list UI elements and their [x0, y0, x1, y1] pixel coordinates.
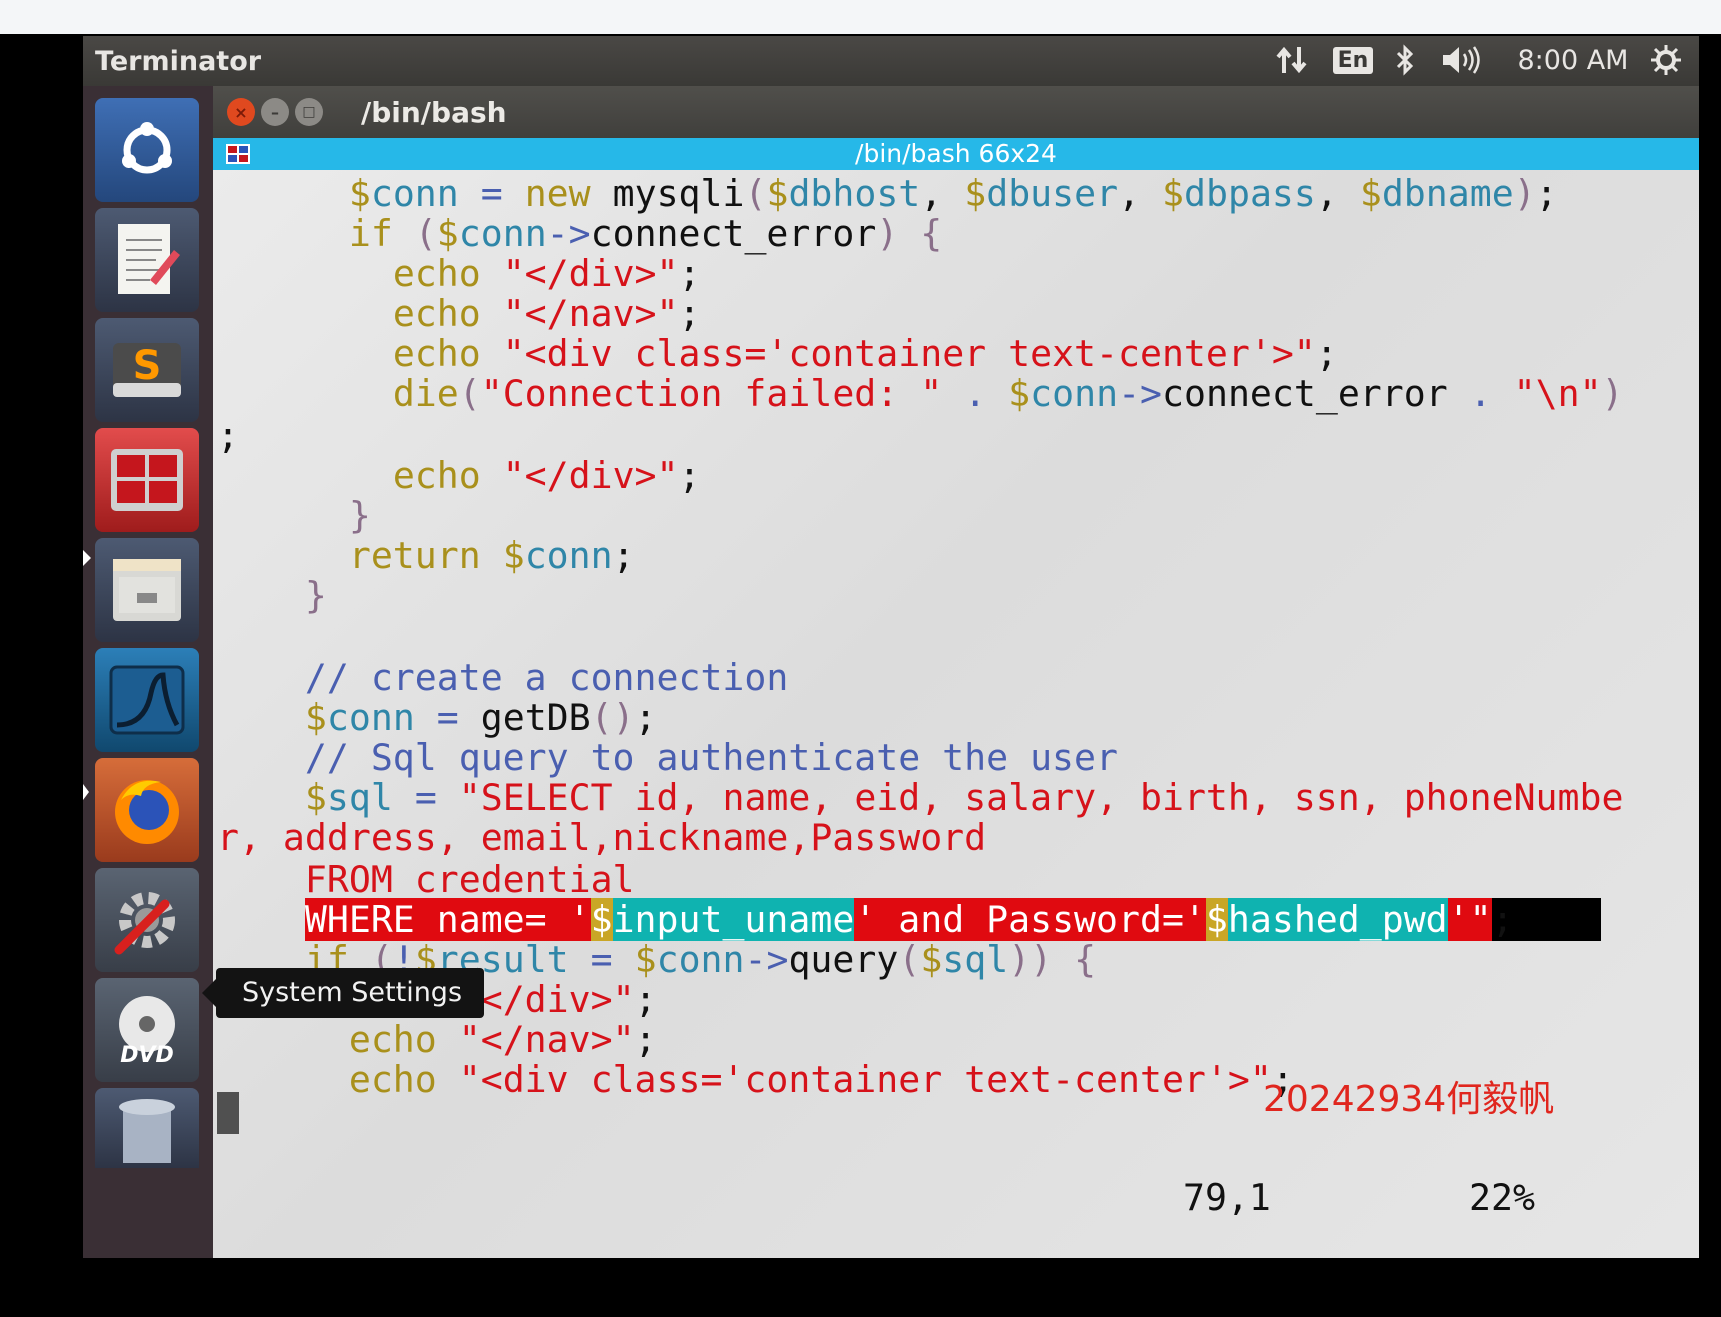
text-editor-icon[interactable] — [95, 208, 199, 312]
code-line: $conn = getDB(); — [304, 696, 657, 739]
minimize-icon[interactable]: – — [261, 98, 289, 126]
trash-icon[interactable] — [95, 1088, 199, 1168]
terminator-tab-bar: /bin/bash 66x24 — [213, 138, 1699, 170]
code-line: ; — [217, 414, 239, 457]
code-line: // Sql query to authenticate the user — [304, 736, 1118, 779]
scroll-percent: 22% — [1469, 1176, 1535, 1219]
code-line: echo "</div>"; — [392, 252, 701, 295]
outer-top-band — [0, 0, 1721, 34]
code-line: return $conn; — [348, 534, 635, 577]
code-line: } — [304, 574, 327, 617]
code-line: r, address, email,nickname,Password — [217, 816, 987, 859]
window-titlebar[interactable]: × – □ /bin/bash — [213, 86, 1699, 138]
cursor-position: 79,1 — [1183, 1176, 1271, 1219]
code-line: } — [348, 494, 371, 537]
dvd-icon[interactable]: DVD — [95, 978, 199, 1082]
firefox-icon[interactable] — [95, 758, 199, 862]
svg-text:S: S — [133, 343, 162, 389]
file-manager-icon[interactable] — [95, 538, 199, 642]
code-line: // create a connection — [304, 656, 789, 699]
launcher: S DVD — [83, 86, 213, 1258]
watermark: 20242934何毅帆 — [1263, 1079, 1555, 1120]
terminal-content[interactable]: $conn = new mysqli($dbhost, $dbuser, $db… — [213, 170, 1699, 1258]
svg-text:DVD: DVD — [120, 1043, 174, 1068]
network-icon[interactable] — [1273, 44, 1311, 76]
code-line: die("Connection failed: " . $conn->conne… — [392, 372, 1624, 415]
code-line: echo "</nav>"; — [392, 292, 701, 335]
bluetooth-icon[interactable] — [1390, 44, 1420, 76]
code-line: $conn = new mysqli($dbhost, $dbuser, $db… — [348, 172, 1558, 215]
outer-bottom-band — [0, 1258, 1721, 1317]
volume-icon[interactable] — [1439, 44, 1483, 76]
code-line: FROM credential — [217, 858, 635, 901]
code-line-highlighted: WHERE name= '$input_uname' and Password=… — [304, 898, 1602, 941]
code-line: echo "<div class='container text-center'… — [348, 1058, 1294, 1101]
app-title: Terminator — [95, 46, 262, 77]
active-pip-left — [83, 550, 91, 566]
sublime-text-icon[interactable]: S — [95, 318, 199, 422]
text-cursor — [217, 1092, 239, 1134]
window-title: /bin/bash — [361, 96, 507, 129]
terminal-tab-title: /bin/bash 66x24 — [855, 139, 1057, 168]
keyboard-indicator[interactable]: En — [1332, 44, 1374, 76]
settings-gear-icon[interactable] — [1646, 44, 1686, 76]
keyboard-layout-label: En — [1332, 46, 1374, 74]
code-line: echo "</nav>"; — [348, 1018, 657, 1061]
wireshark-icon[interactable] — [95, 648, 199, 752]
ubuntu-dash-icon[interactable] — [95, 98, 199, 202]
terminator-icon[interactable] — [95, 428, 199, 532]
code-line: $sql = "SELECT id, name, eid, salary, bi… — [304, 776, 1624, 819]
code-line: echo "</div>"; — [392, 454, 701, 497]
terminal-window: × – □ /bin/bash /bin/bash 66x24 $conn = … — [213, 86, 1699, 1258]
code-line: if ($conn->connect_error) { — [348, 212, 943, 255]
launcher-tooltip: System Settings — [201, 968, 485, 1018]
firefox-running-pip — [83, 784, 89, 800]
code-line: echo "<div class='container text-center'… — [392, 332, 1338, 375]
close-icon[interactable]: × — [227, 98, 255, 126]
desktop-screen: Terminator En 8:00 AM S DVD × – □ /bin/b… — [83, 36, 1699, 1258]
system-settings-icon[interactable] — [95, 868, 199, 972]
maximize-icon[interactable]: □ — [295, 98, 323, 126]
top-panel: Terminator En 8:00 AM — [83, 36, 1699, 86]
clock[interactable]: 8:00 AM — [1513, 44, 1633, 76]
